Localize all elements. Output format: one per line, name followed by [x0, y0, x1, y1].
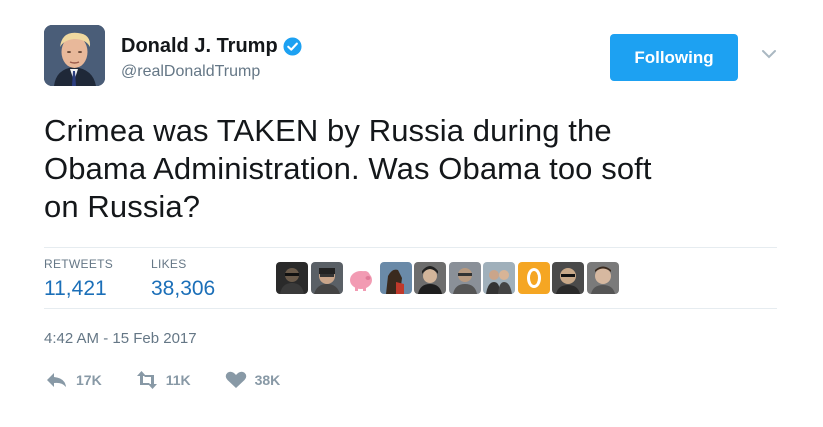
tweet-text-line: Obama Administration. Was Obama too soft [44, 151, 652, 186]
tweet-text-line: Crimea was TAKEN by Russia during the [44, 113, 612, 148]
tweet-text-line: on Russia? [44, 189, 201, 224]
retweets-label: RETWEETS [44, 257, 114, 271]
tweet-text: Crimea was TAKEN by Russia during the Ob… [44, 112, 764, 226]
verified-badge-icon [283, 37, 302, 56]
author-name-row: Donald J. Trump [121, 35, 302, 58]
reply-count: 17K [76, 372, 102, 388]
liker-avatar[interactable] [552, 262, 584, 294]
reply-icon [47, 373, 66, 387]
retweets-stat[interactable]: RETWEETS 11,421 [44, 257, 113, 301]
tweet-card: Donald J. Trump @realDonaldTrump Followi… [0, 0, 823, 427]
likes-label: LIKES [151, 257, 187, 271]
retweet-count: 11K [165, 372, 191, 388]
author-name[interactable]: Donald J. Trump [121, 35, 278, 58]
tweet-actions: 17K 11K 38K [44, 370, 312, 390]
liker-avatar[interactable] [483, 262, 515, 294]
stats-bottom-divider [44, 308, 777, 309]
liker-avatar[interactable] [586, 262, 619, 294]
liker-avatar[interactable] [414, 262, 446, 294]
liker-avatar[interactable] [448, 262, 481, 294]
chevron-down-icon[interactable] [760, 48, 778, 60]
following-button[interactable]: Following [610, 34, 738, 81]
retweet-icon [136, 371, 157, 389]
stats-top-divider [44, 247, 777, 248]
retweets-count: 11,421 [44, 277, 107, 300]
liker-avatar[interactable] [379, 262, 412, 294]
like-button[interactable]: 38K [223, 370, 281, 390]
like-count: 38K [254, 372, 281, 388]
author-avatar[interactable] [44, 25, 105, 86]
retweet-button[interactable]: 11K [134, 370, 191, 390]
liker-avatar[interactable] [517, 262, 550, 294]
tweet-timestamp[interactable]: 4:42 AM - 15 Feb 2017 [44, 330, 197, 347]
liker-avatar[interactable] [310, 262, 343, 294]
heart-icon [225, 371, 246, 388]
likes-count: 38,306 [151, 277, 216, 300]
likes-stat[interactable]: LIKES 38,306 [151, 257, 215, 301]
liker-avatar[interactable] [276, 262, 308, 294]
author-handle[interactable]: @realDonaldTrump [121, 63, 260, 81]
avatar-portrait-icon [44, 25, 105, 86]
liker-avatar[interactable] [345, 262, 377, 294]
liker-avatars [276, 262, 621, 294]
reply-button[interactable]: 17K [44, 370, 102, 390]
